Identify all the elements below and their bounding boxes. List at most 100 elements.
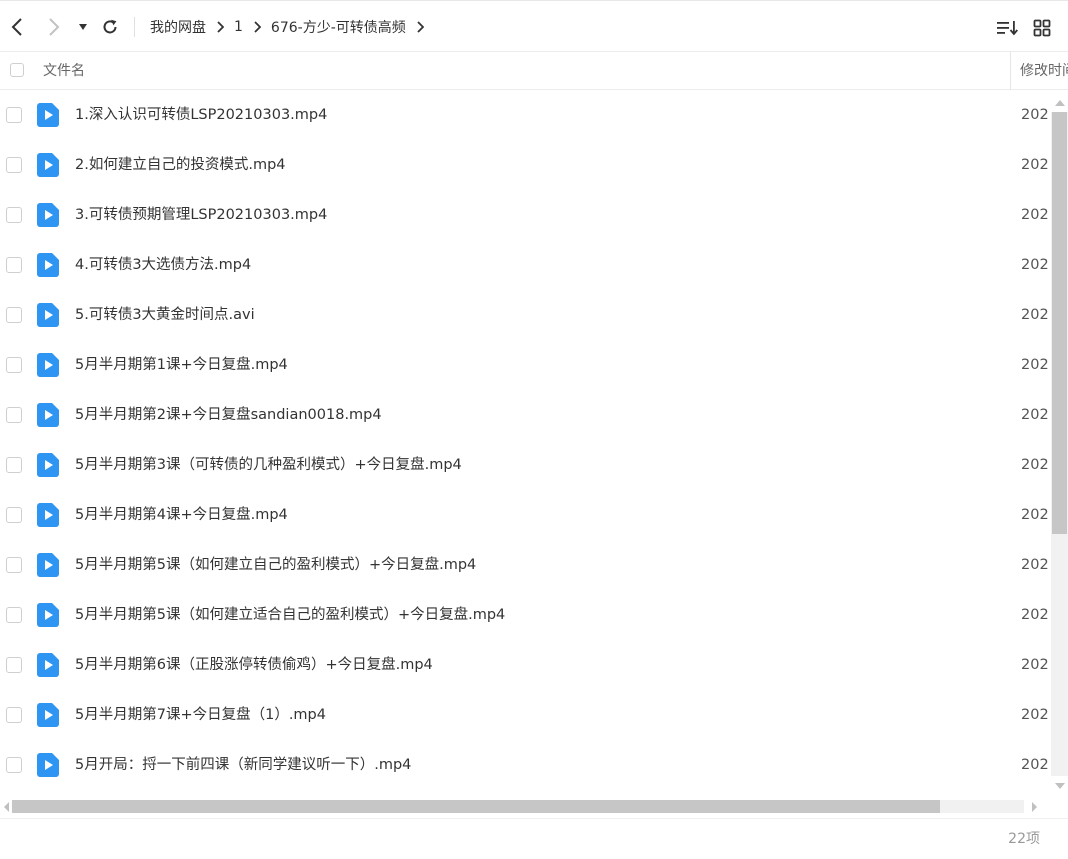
video-file-icon <box>37 503 59 527</box>
file-name[interactable]: 5月半月期第4课+今日复盘.mp4 <box>75 490 288 540</box>
file-row[interactable]: 3.可转债预期管理LSP20210303.mp4 202 <box>0 190 1050 240</box>
row-checkbox[interactable] <box>6 157 22 173</box>
horizontal-scroll-thumb[interactable] <box>12 800 940 813</box>
file-name[interactable]: 5月半月期第7课+今日复盘（1）.mp4 <box>75 690 326 740</box>
breadcrumb-item[interactable]: 我的网盘 <box>150 17 206 37</box>
file-row[interactable]: 5月半月期第2课+今日复盘sandian0018.mp4 202 <box>0 390 1050 440</box>
toolbar-divider <box>134 17 135 37</box>
row-checkbox[interactable] <box>6 657 22 673</box>
row-checkbox[interactable] <box>6 357 22 373</box>
row-checkbox[interactable] <box>6 107 22 123</box>
video-file-icon <box>37 553 59 577</box>
item-count: 22项 <box>1008 831 1040 847</box>
row-checkbox[interactable] <box>6 407 22 423</box>
scroll-right-arrow-icon[interactable] <box>1028 798 1040 815</box>
scroll-left-arrow-icon[interactable] <box>0 798 12 815</box>
file-mtime: 202 <box>1021 407 1049 423</box>
file-mtime: 202 <box>1021 357 1049 373</box>
file-row[interactable]: 4.可转债3大选债方法.mp4 202 <box>0 240 1050 290</box>
file-name[interactable]: 5月半月期第6课（正股涨停转债偷鸡）+今日复盘.mp4 <box>75 640 433 690</box>
video-file-icon <box>37 753 59 777</box>
file-name[interactable]: 5.可转债3大黄金时间点.avi <box>75 290 255 340</box>
file-row[interactable]: 5月半月期第7课+今日复盘（1）.mp4 202 <box>0 690 1050 740</box>
file-list: 1.深入认识可转债LSP20210303.mp4 202 2.如何建立自己的投资模式… <box>0 90 1050 790</box>
grid-view-button[interactable] <box>1030 17 1054 39</box>
file-row[interactable]: 5月半月期第4课+今日复盘.mp4 202 <box>0 490 1050 540</box>
scroll-down-arrow-icon[interactable] <box>1051 777 1068 794</box>
grid-icon <box>1033 19 1051 37</box>
file-name[interactable]: 5月半月期第3课（可转债的几种盈利模式）+今日复盘.mp4 <box>75 440 462 490</box>
file-name[interactable]: 1.深入认识可转债LSP20210303.mp4 <box>75 90 327 140</box>
video-file-icon <box>37 253 59 277</box>
file-row[interactable]: 5.可转债3大黄金时间点.avi 202 <box>0 290 1050 340</box>
refresh-button[interactable] <box>97 13 123 41</box>
forward-button[interactable] <box>41 13 67 41</box>
file-row[interactable]: 5月开局：捋一下前四课（新同学建议听一下）.mp4 202 <box>0 740 1050 790</box>
file-name[interactable]: 5月半月期第5课（如何建立自己的盈利模式）+今日复盘.mp4 <box>75 540 476 590</box>
breadcrumb-item[interactable]: 1 <box>234 19 243 35</box>
scroll-up-arrow-icon[interactable] <box>1051 94 1068 111</box>
sort-button[interactable] <box>995 17 1019 39</box>
toolbar: 我的网盘 1 676-方少-可转债高频 <box>0 0 1068 52</box>
file-name[interactable]: 5月半月期第5课（如何建立适合自己的盈利模式）+今日复盘.mp4 <box>75 590 505 640</box>
video-file-icon <box>37 153 59 177</box>
select-all-checkbox[interactable] <box>10 63 24 77</box>
row-checkbox[interactable] <box>6 707 22 723</box>
file-mtime: 202 <box>1021 557 1049 573</box>
file-row[interactable]: 2.如何建立自己的投资模式.mp4 202 <box>0 140 1050 190</box>
sort-icon <box>997 21 1018 36</box>
video-file-icon <box>37 203 59 227</box>
file-row[interactable]: 5月半月期第1课+今日复盘.mp4 202 <box>0 340 1050 390</box>
refresh-icon <box>103 19 117 34</box>
breadcrumb-separator-icon <box>216 21 224 33</box>
history-dropdown-button[interactable] <box>71 13 95 41</box>
file-mtime: 202 <box>1021 457 1049 473</box>
breadcrumb-expand-icon[interactable] <box>416 21 424 33</box>
vertical-scrollbar[interactable] <box>1051 94 1068 794</box>
file-row[interactable]: 1.深入认识可转债LSP20210303.mp4 202 <box>0 90 1050 140</box>
file-row[interactable]: 5月半月期第5课（如何建立自己的盈利模式）+今日复盘.mp4 202 <box>0 540 1050 590</box>
row-checkbox[interactable] <box>6 557 22 573</box>
video-file-icon <box>37 653 59 677</box>
file-mtime: 202 <box>1021 757 1049 773</box>
file-name[interactable]: 5月半月期第2课+今日复盘sandian0018.mp4 <box>75 390 382 440</box>
column-header-row: 文件名 修改时间 <box>0 52 1068 90</box>
file-mtime: 202 <box>1021 107 1049 123</box>
column-header-mtime[interactable]: 修改时间 <box>1020 52 1068 90</box>
row-checkbox[interactable] <box>6 607 22 623</box>
video-file-icon <box>37 453 59 477</box>
file-row[interactable]: 5月半月期第5课（如何建立适合自己的盈利模式）+今日复盘.mp4 202 <box>0 590 1050 640</box>
video-file-icon <box>37 303 59 327</box>
file-mtime: 202 <box>1021 657 1049 673</box>
file-row[interactable]: 5月半月期第6课（正股涨停转债偷鸡）+今日复盘.mp4 202 <box>0 640 1050 690</box>
file-mtime: 202 <box>1021 707 1049 723</box>
file-mtime: 202 <box>1021 507 1049 523</box>
file-name[interactable]: 5月开局：捋一下前四课（新同学建议听一下）.mp4 <box>75 740 411 790</box>
file-name[interactable]: 2.如何建立自己的投资模式.mp4 <box>75 140 286 190</box>
file-mtime: 202 <box>1021 207 1049 223</box>
file-mtime: 202 <box>1021 307 1049 323</box>
column-divider[interactable] <box>1010 52 1011 90</box>
file-name[interactable]: 4.可转债3大选债方法.mp4 <box>75 240 251 290</box>
breadcrumb: 我的网盘 1 676-方少-可转债高频 <box>150 1 434 53</box>
row-checkbox[interactable] <box>6 757 22 773</box>
file-mtime: 202 <box>1021 257 1049 273</box>
row-checkbox[interactable] <box>6 457 22 473</box>
row-checkbox[interactable] <box>6 257 22 273</box>
breadcrumb-item[interactable]: 676-方少-可转债高频 <box>271 17 406 37</box>
back-button[interactable] <box>4 13 30 41</box>
video-file-icon <box>37 403 59 427</box>
chevron-left-icon <box>11 18 22 36</box>
row-checkbox[interactable] <box>6 207 22 223</box>
file-row[interactable]: 5月半月期第3课（可转债的几种盈利模式）+今日复盘.mp4 202 <box>0 440 1050 490</box>
file-name[interactable]: 3.可转债预期管理LSP20210303.mp4 <box>75 190 327 240</box>
vertical-scroll-thumb[interactable] <box>1052 112 1067 534</box>
file-name[interactable]: 5月半月期第1课+今日复盘.mp4 <box>75 340 288 390</box>
video-file-icon <box>37 703 59 727</box>
column-header-name[interactable]: 文件名 <box>43 52 85 90</box>
video-file-icon <box>37 103 59 127</box>
file-mtime: 202 <box>1021 607 1049 623</box>
row-checkbox[interactable] <box>6 507 22 523</box>
horizontal-scrollbar[interactable] <box>0 798 1050 815</box>
row-checkbox[interactable] <box>6 307 22 323</box>
